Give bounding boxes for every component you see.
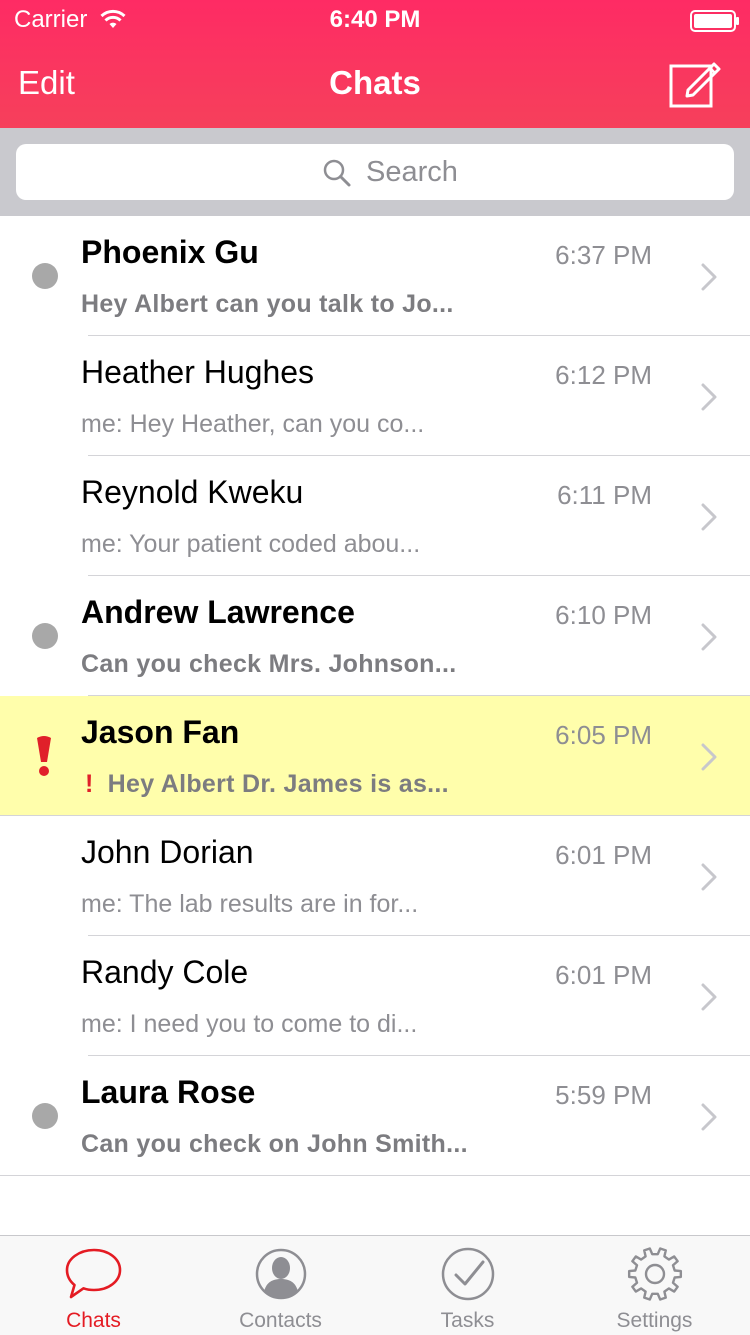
contact-name: Phoenix Gu xyxy=(81,234,259,270)
chat-row[interactable]: Reynold Kweku 6:11 PM me: Your patient cod… xyxy=(0,456,750,576)
chat-list: Phoenix Gu 6:37 PM Hey Albert can you talk… xyxy=(0,216,750,1176)
message-preview-line: me: I need you to come to di... xyxy=(81,1010,417,1039)
unread-indicator xyxy=(32,1103,58,1129)
urgent-mark: ! xyxy=(85,770,94,798)
chat-bubble-icon xyxy=(65,1248,122,1299)
compose-icon[interactable] xyxy=(668,58,722,108)
chevron-right-icon xyxy=(701,983,717,1011)
status-bar: Carrier 6:40 PM xyxy=(0,0,750,40)
tab-contacts[interactable]: Contacts xyxy=(187,1236,374,1335)
message-preview: Can you check Mrs. Johnson... xyxy=(81,650,457,678)
message-time: 6:37 PM xyxy=(555,240,652,270)
message-preview-line: me: Your patient coded abou... xyxy=(81,530,420,559)
message-preview-line: Can you check on John Smith... xyxy=(81,1130,468,1159)
message-preview: me: The lab results are in for... xyxy=(81,890,419,918)
message-preview-line: me: Hey Heather, can you co... xyxy=(81,410,424,439)
tab-label: Settings xyxy=(616,1309,693,1332)
message-preview-line: ! Hey Albert Dr. James is as... xyxy=(81,770,449,799)
message-time: 6:12 PM xyxy=(555,360,652,390)
chevron-right-icon xyxy=(701,863,717,891)
tab-label: Contacts xyxy=(239,1309,322,1332)
chat-row[interactable]: Jason Fan 6:05 PM! Hey Albert Dr. James is… xyxy=(0,696,750,816)
contact-name: Andrew Lawrence xyxy=(81,594,355,630)
chat-row[interactable]: Laura Rose 5:59 PM Can you check on John S… xyxy=(0,1056,750,1176)
chat-row[interactable]: Randy Cole 6:01 PM me: I need you to come … xyxy=(0,936,750,1056)
message-preview: me: Your patient coded abou... xyxy=(81,530,421,558)
chevron-right-icon xyxy=(701,623,717,651)
message-time: 6:01 PM xyxy=(555,960,652,990)
message-preview-line: Can you check Mrs. Johnson... xyxy=(81,650,456,679)
contact-name: Randy Cole xyxy=(81,954,249,990)
message-preview-line: Hey Albert can you talk to Jo... xyxy=(81,290,454,319)
message-time: 6:11 PM xyxy=(557,480,652,510)
tab-tasks[interactable]: Tasks xyxy=(374,1236,561,1335)
chevron-right-icon xyxy=(701,743,717,771)
chevron-right-icon xyxy=(701,503,717,531)
contact-name: Heather Hughes xyxy=(81,354,315,390)
contact-name: Jason Fan xyxy=(81,714,240,750)
tab-settings[interactable]: Settings xyxy=(561,1236,748,1335)
chevron-right-icon xyxy=(701,383,717,411)
message-time: 5:59 PM xyxy=(555,1080,652,1110)
contact-name: Reynold Kweku xyxy=(81,474,304,510)
chat-row[interactable]: John Dorian 6:01 PM me: The lab results ar… xyxy=(0,816,750,936)
chevron-right-icon xyxy=(701,1103,717,1131)
search-icon xyxy=(323,159,351,187)
unread-indicator xyxy=(32,263,58,289)
contact-name: John Dorian xyxy=(81,834,254,870)
chat-row[interactable]: Andrew Lawrence 6:10 PM Can you check Mrs.… xyxy=(0,576,750,696)
message-preview: Can you check on John Smith... xyxy=(81,1130,468,1158)
tab-label: Tasks xyxy=(440,1309,495,1332)
chat-row[interactable]: Heather Hughes 6:12 PM me: Hey Heather, ca… xyxy=(0,336,750,456)
message-preview: Hey Albert can you talk to Jo... xyxy=(81,290,454,318)
gear-icon xyxy=(627,1247,683,1301)
page-title: Chats xyxy=(329,64,421,101)
header: Carrier 6:40 PM Edit Chats xyxy=(0,0,750,128)
search-bar: Search xyxy=(0,128,750,217)
search-input[interactable]: Search xyxy=(16,144,734,200)
contact-icon xyxy=(255,1248,307,1300)
battery-icon xyxy=(690,10,739,32)
message-preview: me: Hey Heather, can you co... xyxy=(81,410,425,438)
edit-button[interactable]: Edit xyxy=(18,64,75,102)
tab-bar: Chats Contacts Tasks Settings xyxy=(0,1235,750,1335)
tab-label: Chats xyxy=(66,1309,121,1332)
message-time: 6:01 PM xyxy=(555,840,652,870)
message-preview-line: me: The lab results are in for... xyxy=(81,890,418,919)
message-preview: Hey Albert Dr. James is as... xyxy=(107,770,449,798)
status-time: 6:40 PM xyxy=(329,6,421,33)
chat-row[interactable]: Phoenix Gu 6:37 PM Hey Albert can you talk… xyxy=(0,216,750,336)
urgent-exclamation-icon xyxy=(37,736,51,776)
message-time: 6:10 PM xyxy=(555,600,652,630)
unread-indicator xyxy=(32,623,58,649)
message-time: 6:05 PM xyxy=(555,720,652,750)
row-divider xyxy=(0,1175,750,1176)
search-placeholder: Search xyxy=(366,156,458,188)
checkmark-circle-icon xyxy=(441,1247,495,1301)
chevron-right-icon xyxy=(701,263,717,291)
tab-chats[interactable]: Chats xyxy=(0,1236,187,1335)
message-preview: me: I need you to come to di... xyxy=(81,1010,418,1038)
contact-name: Laura Rose xyxy=(81,1074,256,1110)
nav-bar: Edit Chats xyxy=(0,40,750,128)
